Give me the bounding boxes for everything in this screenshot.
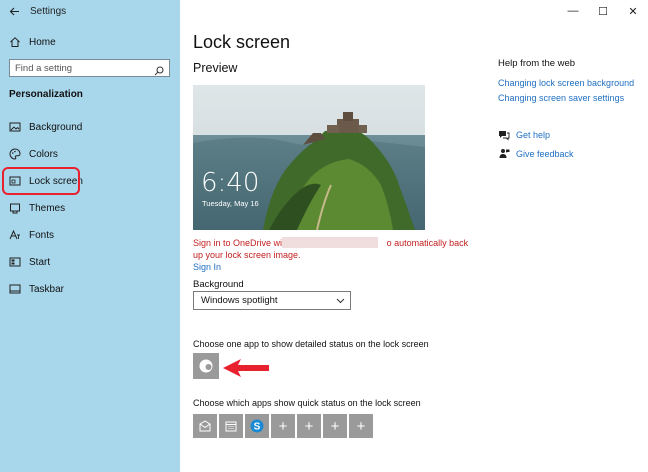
search-icon[interactable] (154, 63, 164, 76)
add-icon: + (304, 417, 314, 435)
back-button[interactable] (0, 0, 28, 22)
sidebar-item-themes[interactable]: Themes (0, 197, 180, 219)
preview-image (193, 85, 425, 230)
title-bar: Settings (0, 0, 180, 22)
get-help-label: Get help (516, 130, 551, 140)
help-link-lock-screen-background[interactable]: Changing lock screen background (498, 78, 634, 88)
sidebar-item-label: Start (29, 256, 51, 268)
help-title: Help from the web (498, 58, 576, 69)
background-dropdown[interactable]: Windows spotlight (193, 291, 351, 310)
sidebar-item-fonts[interactable]: Fonts (0, 224, 180, 246)
search-input[interactable] (15, 62, 153, 74)
skype-icon: S (250, 419, 264, 433)
fonts-icon (9, 229, 21, 241)
quick-status-add-button[interactable]: + (297, 414, 321, 438)
close-button[interactable]: ✕ (618, 0, 648, 22)
preview-time: 6:40 (201, 168, 260, 198)
add-icon: + (278, 417, 288, 435)
background-label: Background (193, 279, 244, 290)
feedback-icon (498, 148, 510, 160)
brush-icon (9, 202, 21, 214)
sidebar-item-label: Background (29, 121, 83, 133)
preview-date: Tuesday, May 16 (202, 199, 259, 208)
background-dropdown-value: Windows spotlight (201, 295, 278, 306)
weather-app-icon (199, 359, 213, 373)
settings-window: Settings Home Personalization Background (0, 0, 648, 472)
add-icon: + (330, 417, 340, 435)
close-icon: ✕ (628, 5, 638, 18)
get-help-link[interactable]: Get help (498, 129, 550, 141)
minimize-button[interactable]: — (558, 0, 588, 22)
mail-icon (199, 420, 211, 432)
quick-status-app-calendar[interactable] (219, 414, 243, 438)
sidebar-item-label: Themes (29, 202, 66, 214)
help-link-screen-saver[interactable]: Changing screen saver settings (498, 93, 624, 103)
quick-status-label: Choose which apps show quick status on t… (193, 398, 421, 408)
lock-screen-preview: 6:40 Tuesday, May 16 (193, 85, 425, 230)
sidebar-item-label: Colors (29, 148, 58, 160)
chevron-down-icon (336, 296, 345, 305)
maximize-button[interactable]: ☐ (588, 0, 618, 22)
sidebar-item-taskbar[interactable]: Taskbar (0, 278, 180, 300)
section-title: Personalization (9, 89, 83, 100)
search-box (9, 59, 170, 77)
palette-icon (9, 148, 21, 160)
detailed-status-app-button[interactable] (193, 353, 219, 379)
onedrive-warning-part1: Sign in to OneDrive with (193, 238, 290, 248)
taskbar-icon (9, 283, 21, 295)
quick-status-app-mail[interactable] (193, 414, 217, 438)
sidebar-item-label: Fonts (29, 229, 55, 241)
sidebar-item-home[interactable]: Home (0, 32, 180, 52)
home-icon (9, 36, 21, 48)
window-title: Settings (30, 5, 67, 17)
window-controls: — ☐ ✕ (558, 0, 648, 22)
start-icon (9, 256, 21, 268)
chat-help-icon (498, 129, 510, 141)
sidebar-item-start[interactable]: Start (0, 251, 180, 273)
quick-status-add-button[interactable]: + (271, 414, 295, 438)
preview-heading: Preview (193, 61, 238, 75)
sidebar: Settings Home Personalization Background (0, 0, 180, 472)
back-arrow-icon (9, 7, 19, 15)
give-feedback-link[interactable]: Give feedback (498, 148, 574, 160)
add-icon: + (356, 417, 366, 435)
quick-status-add-button[interactable]: + (349, 414, 373, 438)
quick-status-apps: S + + + + (193, 414, 375, 438)
annotation-arrow (223, 359, 269, 377)
sidebar-item-label: Taskbar (29, 283, 65, 295)
sign-in-link[interactable]: Sign In (193, 262, 221, 272)
redacted-email (282, 237, 378, 248)
minimize-icon: — (567, 5, 579, 17)
calendar-icon (225, 421, 237, 432)
quick-status-app-skype[interactable]: S (245, 414, 269, 438)
selection-highlight (2, 167, 80, 195)
maximize-icon: ☐ (598, 5, 608, 18)
svg-text:S: S (254, 422, 261, 433)
page-title: Lock screen (193, 32, 291, 52)
sidebar-item-background[interactable]: Background (0, 116, 180, 138)
give-feedback-label: Give feedback (516, 149, 574, 159)
detailed-status-label: Choose one app to show detailed status o… (193, 339, 429, 349)
image-icon (9, 121, 21, 133)
sidebar-item-label: Home (29, 36, 56, 48)
quick-status-add-button[interactable]: + (323, 414, 347, 438)
sidebar-item-colors[interactable]: Colors (0, 143, 180, 165)
